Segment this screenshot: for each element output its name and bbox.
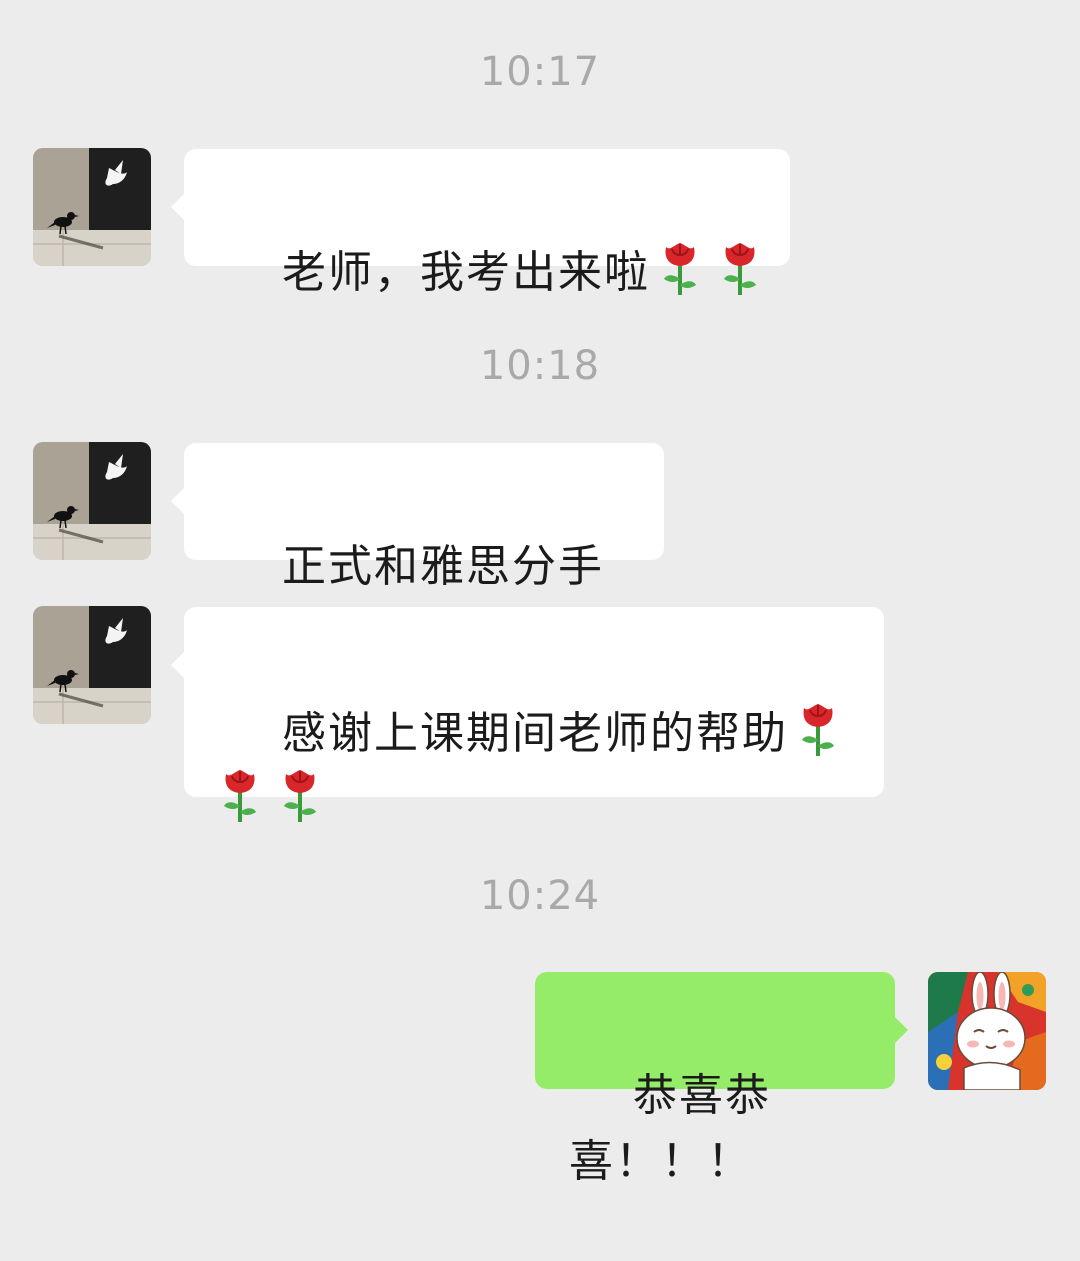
bunny-sticker-icon — [928, 972, 1046, 1090]
timestamp: 10:17 — [479, 49, 601, 95]
contact-avatar[interactable] — [33, 606, 151, 724]
message-text: 感谢上课期间老师的帮助 — [281, 708, 788, 759]
rose-icon — [658, 241, 702, 297]
timestamp: 10:24 — [479, 873, 601, 919]
message-bubble-incoming[interactable]: 老师，我考出来啦 — [171, 149, 790, 298]
rose-icon — [218, 768, 262, 824]
contact-avatar[interactable] — [33, 148, 151, 266]
self-avatar[interactable] — [928, 972, 1046, 1090]
message-bubble-incoming[interactable]: 正式和雅思分手了 — [171, 443, 664, 658]
message-bubble-incoming[interactable]: 感谢上课期间老师的帮助 — [171, 607, 884, 797]
contact-avatar[interactable] — [33, 442, 151, 560]
bird-photo-icon — [33, 442, 151, 560]
message-text: 恭喜恭喜！！！ — [569, 1070, 771, 1187]
rose-icon — [278, 768, 322, 824]
rose-icon — [796, 702, 840, 758]
bird-photo-icon — [33, 148, 151, 266]
message-text: 老师，我考出来啦 — [281, 247, 650, 298]
message-bubble-outgoing[interactable]: 恭喜恭喜！！！ — [535, 972, 908, 1187]
timestamp: 10:18 — [479, 343, 601, 389]
bird-photo-icon — [33, 606, 151, 724]
rose-icon — [718, 241, 762, 297]
